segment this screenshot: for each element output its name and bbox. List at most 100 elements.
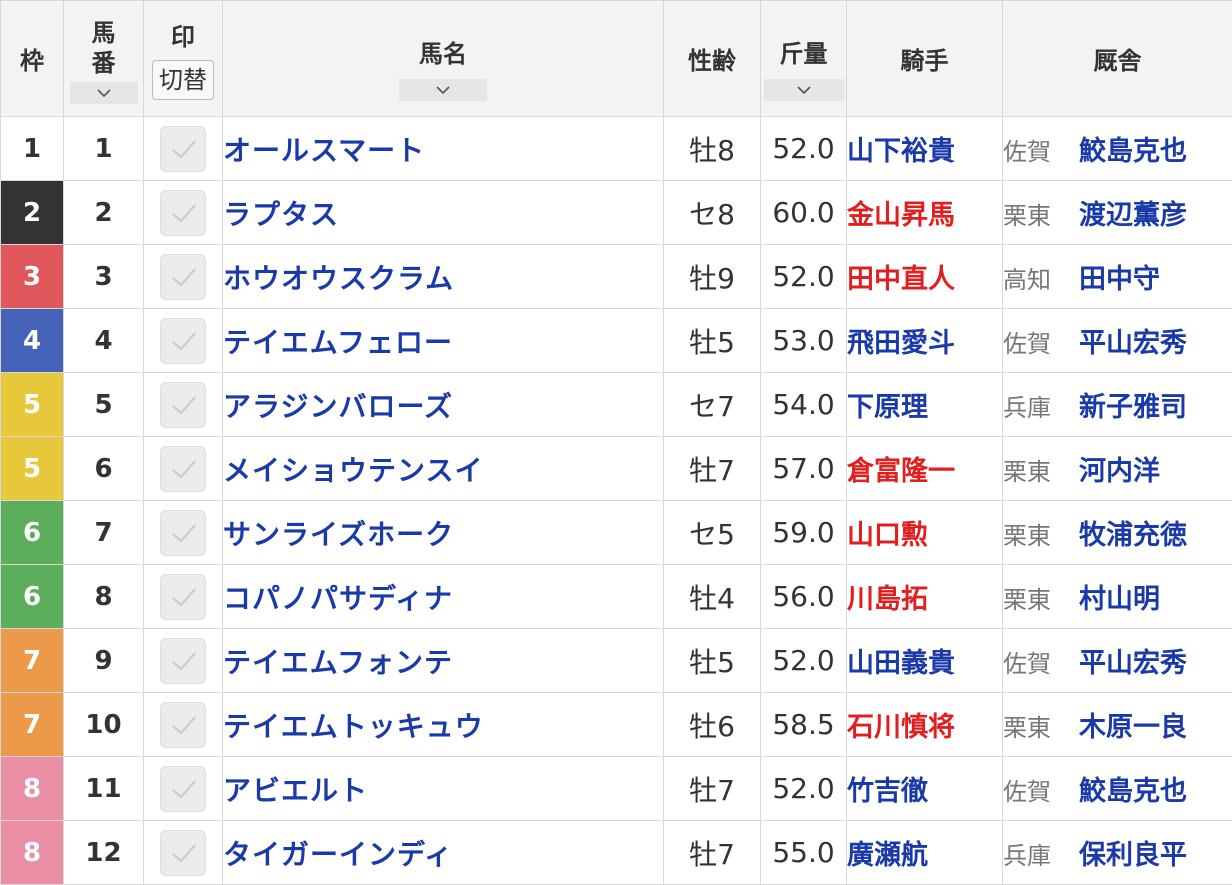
horse-name-link[interactable]: テイエムフェロー xyxy=(223,326,453,359)
umaban-cell: 4 xyxy=(64,309,144,373)
sex-age-value: 牡7 xyxy=(689,774,735,807)
sex-age-value: 牡9 xyxy=(689,262,735,295)
jockey-link[interactable]: 倉富隆一 xyxy=(847,456,955,487)
trainer-link[interactable]: 木原一良 xyxy=(1079,712,1187,743)
trainer-link[interactable]: 河内洋 xyxy=(1079,456,1160,487)
sex-age-cell: セ5 xyxy=(664,501,761,565)
umaban-cell: 7 xyxy=(64,501,144,565)
mark-checkbox[interactable] xyxy=(160,318,206,364)
horse-name-sort-button[interactable] xyxy=(399,79,487,101)
jockey-link[interactable]: 山田義貴 xyxy=(847,648,955,679)
weight-value: 58.5 xyxy=(772,708,834,741)
header-mark-label: 印 xyxy=(144,17,222,52)
table-row: 811アビエルト牡752.0竹吉徹佐賀鮫島克也 xyxy=(1,757,1232,821)
jockey-cell: 廣瀬航 xyxy=(847,821,1003,885)
trainer-link[interactable]: 平山宏秀 xyxy=(1079,648,1187,679)
trainer-link[interactable]: 平山宏秀 xyxy=(1079,328,1187,359)
mark-cell xyxy=(144,565,223,629)
horse-name-link[interactable]: ホウオウスクラム xyxy=(223,262,454,295)
horse-name-link[interactable]: アビエルト xyxy=(223,774,368,807)
horse-name-link[interactable]: タイガーインディ xyxy=(223,838,453,871)
mark-cell xyxy=(144,629,223,693)
weight-sort-button[interactable] xyxy=(764,79,844,101)
jockey-link[interactable]: 金山昇馬 xyxy=(847,200,955,231)
horse-name-link[interactable]: オールスマート xyxy=(223,134,425,167)
umaban-number: 2 xyxy=(94,198,112,228)
horse-name-link[interactable]: サンライズホーク xyxy=(223,518,454,551)
jockey-link[interactable]: 竹吉徹 xyxy=(847,776,928,807)
weight-cell: 53.0 xyxy=(761,309,847,373)
table-row: 79テイエムフォンテ牡552.0山田義貴佐賀平山宏秀 xyxy=(1,629,1232,693)
trainer-link[interactable]: 保利良平 xyxy=(1079,840,1187,871)
stable-cell: 栗東村山明 xyxy=(1003,565,1232,629)
mark-checkbox[interactable] xyxy=(160,830,206,876)
stable-region: 兵庫 xyxy=(1003,388,1079,423)
trainer-link[interactable]: 鮫島克也 xyxy=(1079,136,1187,167)
trainer-link[interactable]: 渡辺薫彦 xyxy=(1079,200,1187,231)
header-weight[interactable]: 斤量 xyxy=(761,1,847,117)
mark-checkbox[interactable] xyxy=(160,126,206,172)
umaban-sort-button[interactable] xyxy=(70,82,138,104)
weight-cell: 56.0 xyxy=(761,565,847,629)
mark-checkbox[interactable] xyxy=(160,766,206,812)
trainer-link[interactable]: 田中守 xyxy=(1079,264,1160,295)
waku-cell: 8 xyxy=(1,757,64,821)
jockey-cell: 石川慎将 xyxy=(847,693,1003,757)
mark-toggle-button[interactable]: 切替 xyxy=(152,60,214,100)
waku-number: 4 xyxy=(23,326,41,356)
waku-cell: 7 xyxy=(1,629,64,693)
jockey-link[interactable]: 山口勲 xyxy=(847,520,928,551)
sex-age-cell: 牡7 xyxy=(664,437,761,501)
jockey-link[interactable]: 飛田愛斗 xyxy=(847,328,955,359)
chevron-down-icon xyxy=(96,88,112,98)
weight-value: 52.0 xyxy=(772,260,834,293)
trainer-link[interactable]: 鮫島克也 xyxy=(1079,776,1187,807)
umaban-number: 1 xyxy=(94,134,112,164)
horse-name-link[interactable]: ラプタス xyxy=(223,198,339,231)
mark-checkbox[interactable] xyxy=(160,254,206,300)
jockey-link[interactable]: 下原理 xyxy=(847,392,928,423)
table-row: 68コパノパサディナ牡456.0川島拓栗東村山明 xyxy=(1,565,1232,629)
race-entry-table: 枠 馬 番 印 切替 馬名 性齢 xyxy=(0,0,1232,885)
trainer-link[interactable]: 牧浦充徳 xyxy=(1079,520,1187,551)
mark-checkbox[interactable] xyxy=(160,446,206,492)
umaban-cell: 5 xyxy=(64,373,144,437)
horse-name-link[interactable]: テイエムトッキュウ xyxy=(223,710,484,743)
header-horse-name[interactable]: 馬名 xyxy=(223,1,664,117)
weight-value: 52.0 xyxy=(772,132,834,165)
sex-age-cell: 牡7 xyxy=(664,821,761,885)
weight-cell: 58.5 xyxy=(761,693,847,757)
stable-region: 栗東 xyxy=(1003,452,1079,487)
waku-cell: 3 xyxy=(1,245,64,309)
mark-checkbox[interactable] xyxy=(160,638,206,684)
jockey-link[interactable]: 廣瀬航 xyxy=(847,840,928,871)
jockey-link[interactable]: 山下裕貴 xyxy=(847,136,955,167)
mark-checkbox[interactable] xyxy=(160,574,206,620)
horse-name-link[interactable]: コパノパサディナ xyxy=(223,582,453,615)
jockey-link[interactable]: 田中直人 xyxy=(847,264,955,295)
header-umaban[interactable]: 馬 番 xyxy=(64,1,144,117)
horse-name-cell: テイエムフェロー xyxy=(223,309,664,373)
horse-name-link[interactable]: アラジンバローズ xyxy=(223,390,453,423)
mark-checkbox[interactable] xyxy=(160,702,206,748)
jockey-link[interactable]: 石川慎将 xyxy=(847,712,955,743)
waku-number: 5 xyxy=(23,390,41,420)
umaban-number: 9 xyxy=(94,646,112,676)
mark-checkbox[interactable] xyxy=(160,382,206,428)
table-row: 710テイエムトッキュウ牡658.5石川慎将栗東木原一良 xyxy=(1,693,1232,757)
trainer-link[interactable]: 村山明 xyxy=(1079,584,1160,615)
header-stable-label: 厩舎 xyxy=(1094,47,1142,75)
jockey-cell: 金山昇馬 xyxy=(847,181,1003,245)
stable-region: 高知 xyxy=(1003,260,1079,295)
mark-checkbox[interactable] xyxy=(160,190,206,236)
horse-name-link[interactable]: テイエムフォンテ xyxy=(223,646,453,679)
trainer-link[interactable]: 新子雅司 xyxy=(1079,392,1187,423)
horse-name-link[interactable]: メイショウテンスイ xyxy=(223,454,483,487)
waku-cell: 6 xyxy=(1,565,64,629)
sex-age-value: セ7 xyxy=(689,390,735,423)
header-umaban-line2: 番 xyxy=(92,48,116,78)
mark-cell xyxy=(144,821,223,885)
jockey-link[interactable]: 川島拓 xyxy=(847,584,928,615)
stable-cell: 栗東牧浦充徳 xyxy=(1003,501,1232,565)
mark-checkbox[interactable] xyxy=(160,510,206,556)
